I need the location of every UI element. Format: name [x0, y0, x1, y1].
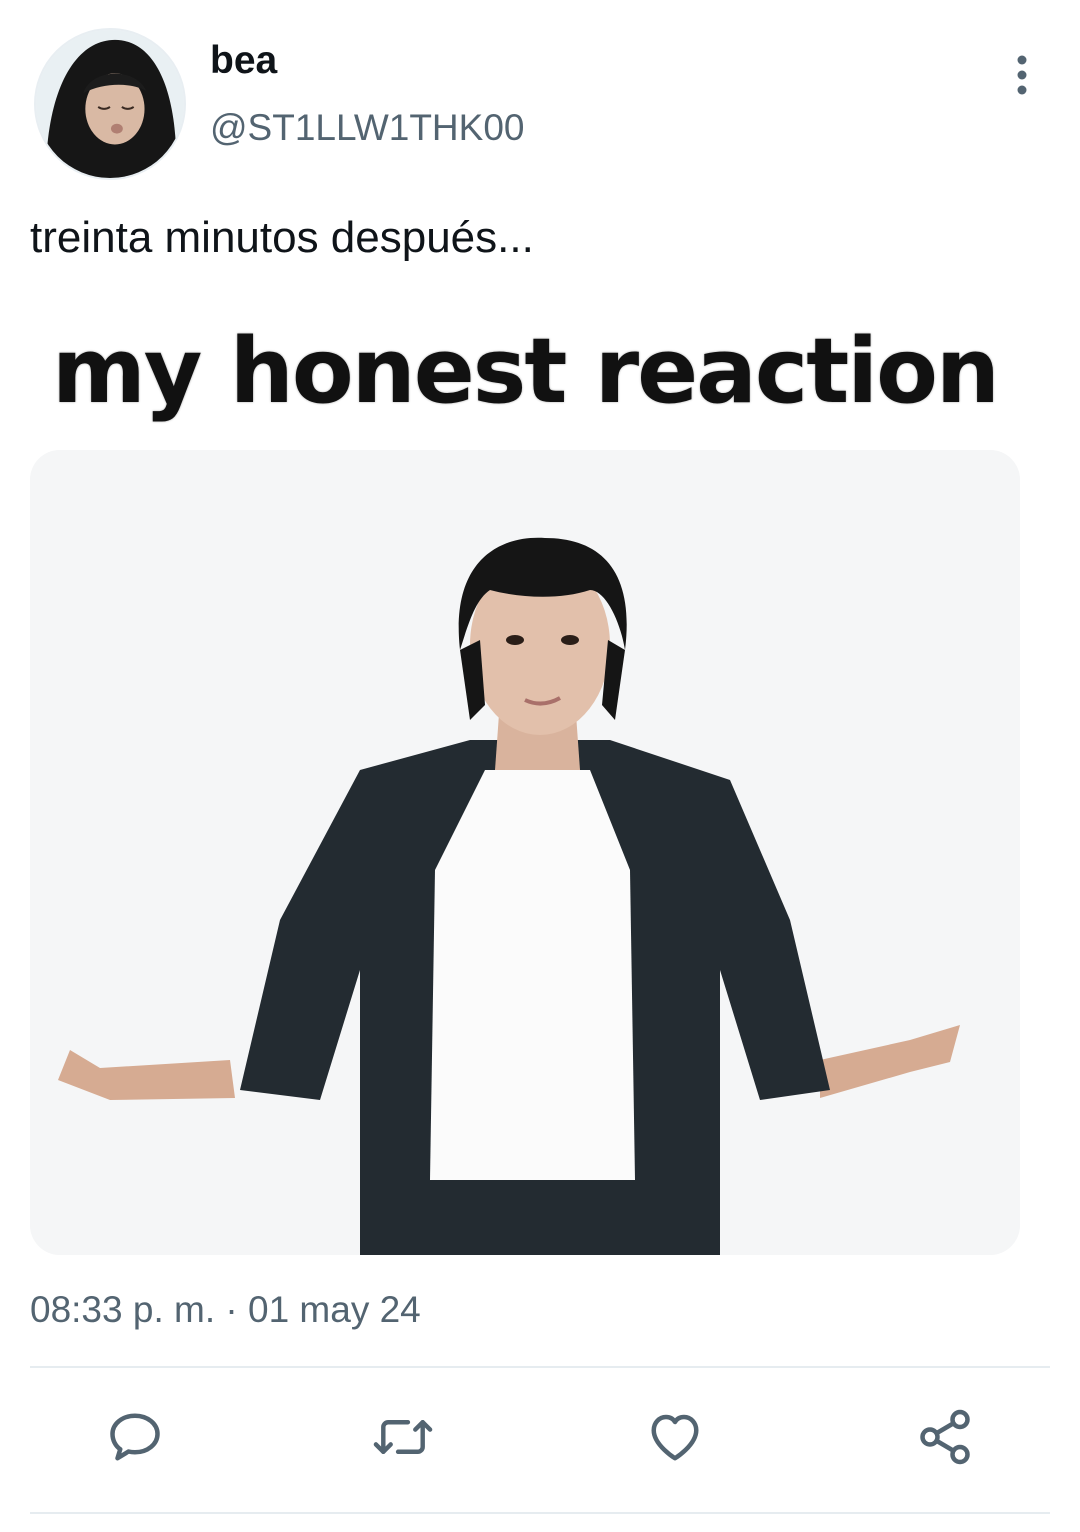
retweet-icon [373, 1420, 433, 1454]
meme-caption: my honest reaction [51, 319, 1000, 424]
more-options-button[interactable] [1004, 50, 1040, 100]
reply-button[interactable] [100, 1402, 170, 1472]
divider-top [30, 1366, 1050, 1368]
avatar-image [36, 30, 184, 178]
tweet-timestamp: 08:33 p. m. · 01 may 24 [30, 1289, 421, 1330]
tweet-text: treinta minutos después... [30, 213, 534, 262]
more-vertical-icon [1017, 55, 1027, 95]
tweet-header: bea @ST1LLW1THK00 [30, 24, 1050, 184]
divider-bottom [30, 1512, 1050, 1514]
tweet-media-image[interactable] [30, 450, 1020, 1255]
share-icon [920, 1409, 970, 1465]
tweet-actions-bar [0, 1372, 1080, 1502]
like-button[interactable] [640, 1402, 710, 1472]
speech-bubble-icon [110, 1413, 160, 1461]
username-handle[interactable]: @ST1LLW1THK00 [210, 104, 524, 152]
heart-icon [651, 1414, 699, 1461]
retweet-button[interactable] [368, 1402, 438, 1472]
meme-photo [30, 450, 1020, 1255]
display-name[interactable]: bea [210, 36, 277, 86]
share-button[interactable] [910, 1402, 980, 1472]
avatar[interactable] [34, 28, 186, 180]
